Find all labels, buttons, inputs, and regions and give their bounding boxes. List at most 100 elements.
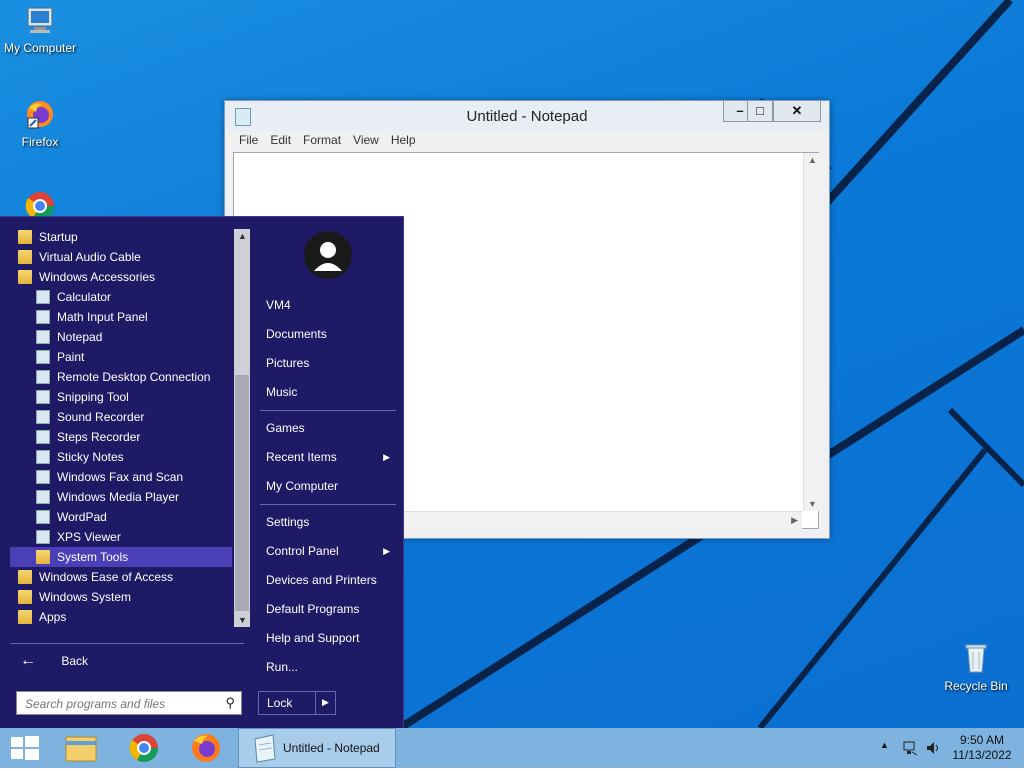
show-hidden-icons-icon[interactable]: ▲ [880, 740, 889, 750]
scrollbar-thumb[interactable] [235, 375, 249, 611]
scroll-down-icon[interactable]: ▼ [238, 615, 247, 625]
program-label: System Tools [57, 550, 129, 564]
program-label: Sticky Notes [57, 450, 124, 464]
desktop-icon-firefox[interactable]: Firefox [0, 98, 80, 149]
program-item[interactable]: Notepad [10, 327, 232, 347]
desktop-icon-my-computer[interactable]: My Computer [0, 6, 80, 55]
notepad-title-bar[interactable]: Untitled - Notepad – □ ✕ [225, 101, 829, 131]
program-item[interactable]: System Tools [10, 547, 232, 567]
place-settings[interactable]: Settings [266, 511, 396, 533]
menu-help[interactable]: Help [385, 131, 422, 151]
programs-scrollbar[interactable]: ▲ ▼ [234, 229, 250, 627]
program-item[interactable]: Calculator [10, 287, 232, 307]
microphone-icon [36, 410, 50, 424]
menu-file[interactable]: File [233, 131, 264, 151]
program-label: WordPad [57, 510, 107, 524]
place-my-computer[interactable]: My Computer [266, 475, 396, 497]
scroll-down-icon[interactable]: ▼ [808, 499, 817, 509]
volume-icon[interactable] [925, 740, 941, 756]
scroll-up-icon[interactable]: ▲ [808, 155, 817, 165]
menu-view[interactable]: View [347, 131, 385, 151]
program-item[interactable]: WordPad [10, 507, 232, 527]
program-item[interactable]: Steps Recorder [10, 427, 232, 447]
search-input[interactable] [23, 693, 217, 715]
place-devices-and-printers[interactable]: Devices and Printers [266, 569, 396, 591]
close-button[interactable]: ✕ [773, 101, 821, 122]
search-box[interactable]: ⚲ [16, 691, 242, 715]
program-label: Virtual Audio Cable [39, 250, 141, 264]
program-label: Math Input Panel [57, 310, 148, 324]
folder-icon [18, 230, 32, 244]
control-panel-label: Control Panel [266, 544, 339, 558]
wordpad-icon [36, 510, 50, 524]
program-item[interactable]: XPS Viewer [10, 527, 232, 547]
system-tray: ▲ 9:50 AM 11/13/2022 [864, 728, 1024, 768]
program-item[interactable]: Windows Media Player [10, 487, 232, 507]
desktop-icon-recycle-bin[interactable]: Recycle Bin [936, 642, 1016, 693]
computer-icon [0, 6, 80, 39]
menu-format[interactable]: Format [297, 131, 347, 151]
start-menu: Startup Virtual Audio Cable Windows Access… [0, 216, 404, 728]
taskbar-notepad-button[interactable]: Untitled - Notepad [238, 728, 396, 768]
maximize-button[interactable]: □ [747, 101, 773, 122]
start-button[interactable] [0, 728, 56, 768]
chrome-icon [129, 734, 158, 762]
program-item[interactable]: Sticky Notes [10, 447, 232, 467]
program-label: Snipping Tool [57, 390, 129, 404]
search-icon[interactable]: ⚲ [225, 695, 235, 711]
chevron-right-icon[interactable]: ▶ [322, 697, 329, 708]
program-label: Startup [39, 230, 78, 244]
network-icon[interactable] [902, 740, 918, 756]
divider [260, 504, 396, 505]
desktop-icon-label: My Computer [3, 41, 77, 55]
scroll-up-icon[interactable]: ▲ [238, 231, 247, 241]
firefox-button[interactable] [178, 728, 234, 768]
program-item[interactable]: Windows System [10, 587, 232, 607]
vertical-scrollbar[interactable]: ▲ ▼ [803, 153, 821, 511]
folder-icon [18, 610, 32, 624]
remote-desktop-icon [36, 370, 50, 384]
place-help-and-support[interactable]: Help and Support [266, 627, 396, 649]
place-control-panel[interactable]: Control Panel ▶ [266, 540, 396, 562]
program-label: Notepad [57, 330, 103, 344]
calculator-icon [36, 290, 50, 304]
divider [10, 643, 244, 644]
chevron-right-icon: ▶ [383, 452, 390, 462]
program-item[interactable]: Apps [10, 607, 232, 627]
clock[interactable]: 9:50 AM 11/13/2022 [944, 733, 1020, 763]
place-recent-items[interactable]: Recent Items ▶ [266, 446, 396, 468]
program-item[interactable]: Remote Desktop Connection [10, 367, 232, 387]
chrome-button[interactable] [116, 728, 172, 768]
place-games[interactable]: Games [266, 417, 396, 439]
place-run[interactable]: Run... [266, 656, 396, 678]
notepad-menu-bar: File Edit Format View Help [225, 131, 829, 151]
lock-button[interactable]: Lock ▶ [258, 691, 336, 715]
chrome-icon [0, 188, 80, 220]
program-item[interactable]: Math Input Panel [10, 307, 232, 327]
place-pictures[interactable]: Pictures [266, 352, 396, 374]
program-item[interactable]: Sound Recorder [10, 407, 232, 427]
desktop-icon-label: Firefox [21, 135, 59, 149]
file-explorer-button[interactable] [54, 728, 110, 768]
avatar[interactable] [304, 231, 352, 279]
program-item[interactable]: Virtual Audio Cable [10, 247, 232, 267]
firefox-icon [0, 98, 80, 133]
place-music[interactable]: Music [266, 381, 396, 403]
program-label: XPS Viewer [57, 530, 121, 544]
program-item[interactable]: Windows Fax and Scan [10, 467, 232, 487]
back-button[interactable]: ← Back [20, 651, 88, 671]
places-pane: VM4 Documents Pictures Music Games Recen… [254, 217, 402, 728]
scroll-right-icon[interactable]: ▶ [791, 515, 798, 526]
program-label: Windows System [39, 590, 132, 604]
menu-edit[interactable]: Edit [264, 131, 297, 151]
program-item[interactable]: Startup [10, 227, 232, 247]
program-item[interactable]: Windows Accessories [10, 267, 232, 287]
program-item[interactable]: Windows Ease of Access [10, 567, 232, 587]
user-name[interactable]: VM4 [266, 294, 396, 316]
place-documents[interactable]: Documents [266, 323, 396, 345]
program-label: Sound Recorder [57, 410, 145, 424]
place-default-programs[interactable]: Default Programs [266, 598, 396, 620]
program-item[interactable]: Paint [10, 347, 232, 367]
program-item[interactable]: Snipping Tool [10, 387, 232, 407]
lock-label: Lock [267, 696, 293, 710]
